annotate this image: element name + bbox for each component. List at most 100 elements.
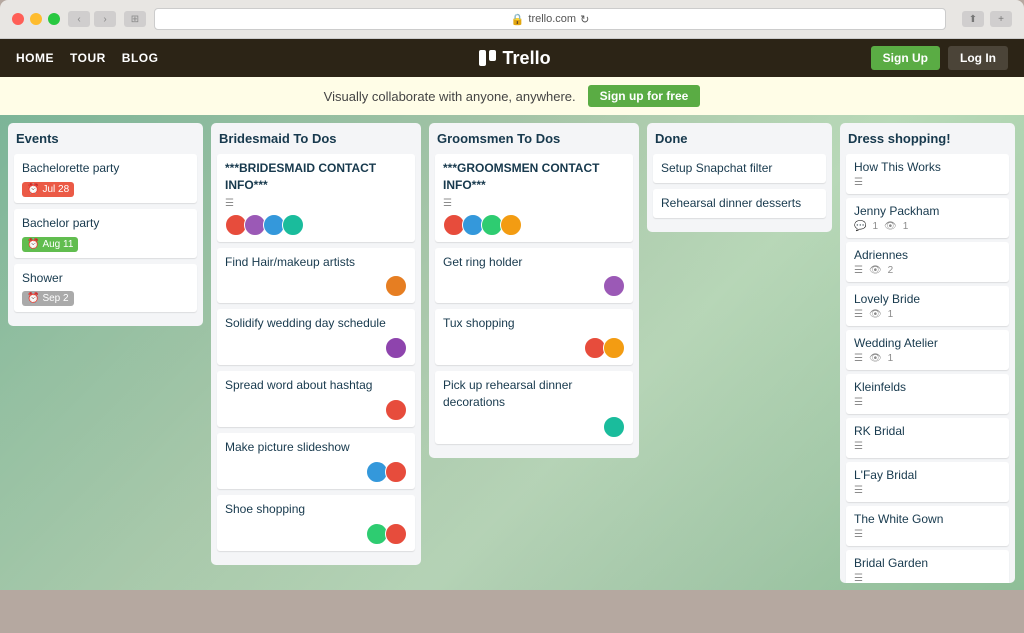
dress-card-jenny[interactable]: Jenny Packham 💬 1 👁 1 (846, 198, 1009, 238)
dress-card-white-gown[interactable]: The White Gown ☰ (846, 506, 1009, 546)
avatar-1 (603, 275, 625, 297)
card-title: RK Bridal (854, 424, 1001, 438)
maximize-button[interactable] (48, 13, 60, 25)
card-title: Lovely Bride (854, 292, 1001, 306)
list-icon: ☰ (854, 353, 863, 364)
card-hashtag[interactable]: Spread word about hashtag (217, 371, 415, 427)
card-title: Pick up rehearsal dinner decorations (443, 377, 625, 411)
eye-count: 1 (903, 221, 909, 232)
date-badge: ⏰ Sep 2 (22, 291, 74, 306)
card-avatars (603, 416, 625, 438)
list-icon: ☰ (854, 177, 863, 188)
list-title-groomsmen: Groomsmen To Dos (435, 131, 633, 146)
card-meta (443, 416, 625, 438)
card-meta: ☰ (854, 529, 1001, 540)
avatar-1 (385, 275, 407, 297)
clock-icon: ⏰ (27, 239, 39, 250)
tab-button[interactable]: ⊞ (124, 11, 146, 27)
signup-button[interactable]: Sign Up (871, 46, 940, 70)
card-slideshow[interactable]: Make picture slideshow (217, 433, 415, 489)
traffic-lights (12, 13, 60, 25)
window-chrome: ‹ › ⊞ 🔒 trello.com ↻ ⬆ + (0, 0, 1024, 39)
address-bar[interactable]: 🔒 trello.com ↻ (154, 8, 946, 30)
dress-card-how-works[interactable]: How This Works ☰ (846, 154, 1009, 194)
dress-card-lfay[interactable]: L'Fay Bridal ☰ (846, 462, 1009, 502)
card-meta: ⏰ Jul 28 (22, 182, 189, 197)
refresh-icon[interactable]: ↻ (580, 13, 589, 26)
dress-card-rk[interactable]: RK Bridal ☰ (846, 418, 1009, 458)
card-title: Make picture slideshow (225, 439, 407, 456)
forward-button[interactable]: › (94, 11, 116, 27)
new-tab-icon[interactable]: + (990, 11, 1012, 27)
eye-icon: 👁 (869, 353, 882, 364)
login-button[interactable]: Log In (948, 46, 1008, 70)
card-title: Shower (22, 270, 189, 287)
dress-card-lovely-bride[interactable]: Lovely Bride ☰ 👁 1 (846, 286, 1009, 326)
card-hair-makeup[interactable]: Find Hair/makeup artists (217, 248, 415, 304)
url-text: trello.com (528, 13, 576, 25)
card-bachelorette[interactable]: Bachelorette party ⏰ Jul 28 (14, 154, 197, 203)
card-bridesmaid-contact[interactable]: ***BRIDESMAID CONTACT INFO*** ☰ (217, 154, 415, 242)
close-button[interactable] (12, 13, 24, 25)
card-snapchat[interactable]: Setup Snapchat filter (653, 154, 826, 183)
list-icon: ☰ (854, 397, 863, 408)
dress-card-kleinfelds[interactable]: Kleinfelds ☰ (846, 374, 1009, 414)
card-meta (225, 214, 407, 236)
nav-home[interactable]: HOME (16, 51, 54, 65)
card-shower[interactable]: Shower ⏰ Sep 2 (14, 264, 197, 313)
share-icon[interactable]: ⬆ (962, 11, 984, 27)
card-meta (225, 523, 407, 545)
back-button[interactable]: ‹ (68, 11, 90, 27)
card-schedule[interactable]: Solidify wedding day schedule (217, 309, 415, 365)
nav-blog[interactable]: BLOG (122, 51, 159, 65)
date-text: Sep 2 (42, 293, 68, 304)
avatar-2 (603, 337, 625, 359)
card-bachelor[interactable]: Bachelor party ⏰ Aug 11 (14, 209, 197, 258)
card-title: Tux shopping (443, 315, 625, 332)
card-title: The White Gown (854, 512, 1001, 526)
nav-tour[interactable]: TOUR (70, 51, 106, 65)
card-title: ***BRIDESMAID CONTACT INFO*** (225, 160, 407, 194)
card-title: L'Fay Bridal (854, 468, 1001, 482)
list-title-done: Done (653, 131, 826, 146)
card-decorations[interactable]: Pick up rehearsal dinner decorations (435, 371, 633, 444)
card-title: Solidify wedding day schedule (225, 315, 407, 332)
card-title: Spread word about hashtag (225, 377, 407, 394)
list-icon: ☰ (854, 441, 863, 452)
nav-buttons: ‹ › (68, 11, 116, 27)
card-icons: ☰ (443, 198, 625, 209)
dress-card-atelier[interactable]: Wedding Atelier ☰ 👁 1 (846, 330, 1009, 370)
avatar-1 (385, 337, 407, 359)
card-title: Jenny Packham (854, 204, 1001, 218)
logo-bar-right (489, 50, 496, 61)
card-avatars (603, 275, 625, 297)
card-rehearsal-desserts[interactable]: Rehearsal dinner desserts (653, 189, 826, 218)
avatar-1 (603, 416, 625, 438)
minimize-button[interactable] (30, 13, 42, 25)
card-shoes[interactable]: Shoe shopping (217, 495, 415, 551)
card-ring[interactable]: Get ring holder (435, 248, 633, 304)
date-text: Aug 11 (42, 239, 73, 250)
card-groomsmen-contact[interactable]: ***GROOMSMEN CONTACT INFO*** ☰ (435, 154, 633, 242)
dress-card-adriennes[interactable]: Adriennes ☰ 👁 2 (846, 242, 1009, 282)
card-meta: ⏰ Aug 11 (22, 237, 189, 252)
eye-icon: 👁 (884, 221, 897, 232)
card-tux[interactable]: Tux shopping (435, 309, 633, 365)
banner-signup-button[interactable]: Sign up for free (588, 85, 701, 107)
card-meta: ☰ 👁 1 (854, 309, 1001, 320)
card-meta: 💬 1 👁 1 (854, 221, 1001, 232)
eye-icon: 👁 (869, 265, 882, 276)
list-title-events: Events (14, 131, 197, 146)
avatar-4 (500, 214, 522, 236)
list-groomsmen: Groomsmen To Dos ***GROOMSMEN CONTACT IN… (429, 123, 639, 458)
nav-right: Sign Up Log In (871, 46, 1008, 70)
card-avatars (385, 337, 407, 359)
card-icons: ☰ (225, 198, 407, 209)
banner-text: Visually collaborate with anyone, anywhe… (324, 89, 576, 104)
list-title-bridesmaid: Bridesmaid To Dos (217, 131, 415, 146)
nav-center: Trello (158, 48, 870, 69)
eye-icon: 👁 (869, 309, 882, 320)
dress-card-bridal-garden[interactable]: Bridal Garden ☰ (846, 550, 1009, 583)
list-icon: ☰ (225, 198, 234, 209)
card-meta: ☰ (854, 177, 1001, 188)
